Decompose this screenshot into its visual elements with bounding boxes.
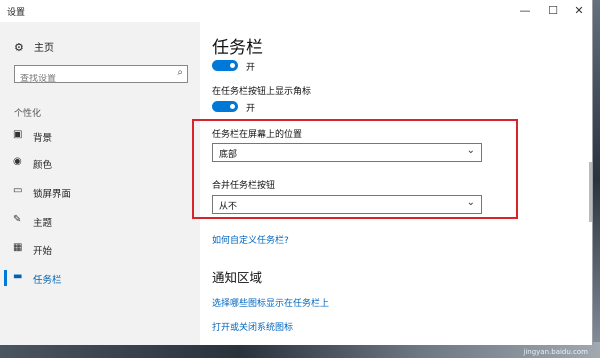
- gear-icon: ⚙: [14, 41, 24, 54]
- system-icons-link[interactable]: 打开或关闭系统图标: [212, 320, 293, 333]
- sidebar-item-label: 任务栏: [33, 275, 62, 286]
- sidebar-item-taskbar[interactable]: ▬ 任务栏: [0, 268, 200, 290]
- chevron-down-icon: ⌄: [466, 145, 475, 156]
- toggle-state-label-1: 开: [246, 63, 256, 73]
- position-dropdown[interactable]: 底部 ⌄: [212, 143, 482, 162]
- main-content: 任务栏 开 在任务栏按钮上显示角标 开 任务栏在屏幕上的位置 底部 ⌄ 合并任务…: [192, 22, 592, 345]
- sidebar-item-label: 锁屏界面: [33, 189, 72, 200]
- search-box[interactable]: ⌕: [14, 65, 188, 84]
- toggle-knob: [230, 63, 235, 68]
- watermark-logo: Baidu 经验: [515, 331, 588, 346]
- window-title: 设置: [7, 8, 26, 18]
- sidebar-item-label: 主题: [33, 218, 53, 229]
- dropdown-value: 底部: [219, 150, 238, 160]
- sidebar-item-start[interactable]: ▦ 开始: [0, 239, 200, 261]
- toggle-switch-1[interactable]: [212, 60, 238, 71]
- sidebar-item-label: 颜色: [33, 160, 53, 171]
- search-icon[interactable]: ⌕: [177, 67, 183, 78]
- toggle-knob: [230, 104, 235, 109]
- close-button[interactable]: ✕: [566, 3, 592, 19]
- customize-taskbar-link[interactable]: 如何自定义任务栏?: [212, 233, 289, 246]
- dropdown-value: 从不: [219, 202, 238, 212]
- combine-dropdown[interactable]: 从不 ⌄: [212, 195, 482, 214]
- combine-setting-label: 合并任务栏按钮: [212, 181, 276, 191]
- chevron-down-icon: ⌄: [466, 197, 475, 208]
- search-input[interactable]: [20, 74, 170, 84]
- lock-screen-icon: ▭: [13, 185, 23, 196]
- start-icon: ▦: [13, 242, 23, 253]
- active-indicator: [4, 270, 7, 286]
- sidebar-item-lock-screen[interactable]: ▭ 锁屏界面: [0, 182, 200, 204]
- badge-setting-label: 在任务栏按钮上显示角标: [212, 87, 312, 97]
- sidebar-item-label: 背景: [33, 133, 53, 144]
- sidebar-item-label: 开始: [33, 246, 53, 257]
- sidebar: ⚙ 主页 ⌕ 个性化 ▣ 背景 ◉ 颜色 ▭ 锁屏界面 ✎ 主题 ▦ 开始 ▬: [0, 22, 200, 345]
- maximize-button[interactable]: ☐: [540, 3, 566, 19]
- taskbar-icon: ▬: [13, 271, 23, 282]
- notification-area-heading: 通知区域: [212, 270, 263, 285]
- title-bar: 设置 — ☐ ✕: [0, 0, 592, 22]
- badge-toggle-switch[interactable]: [212, 101, 238, 112]
- scrollbar-thumb[interactable]: [589, 162, 592, 222]
- toggle-state-label-2: 开: [246, 104, 256, 114]
- home-label: 主页: [34, 43, 54, 54]
- page-title: 任务栏: [212, 38, 263, 58]
- minimize-button[interactable]: —: [512, 3, 538, 19]
- sidebar-item-themes[interactable]: ✎ 主题: [0, 211, 200, 233]
- theme-icon: ✎: [13, 214, 22, 225]
- sidebar-home[interactable]: ⚙ 主页: [14, 39, 54, 54]
- watermark-url: jingyan.baidu.com: [523, 348, 588, 356]
- scrollbar[interactable]: [589, 62, 592, 252]
- sidebar-section-personalization: 个性化: [14, 109, 42, 119]
- picture-icon: ▣: [13, 129, 23, 140]
- sidebar-item-colors[interactable]: ◉ 颜色: [0, 153, 200, 175]
- desktop-background-right: [592, 0, 600, 358]
- settings-window: 设置 — ☐ ✕ ⚙ 主页 ⌕ 个性化 ▣ 背景 ◉ 颜色 ▭ 锁屏界面 ✎ 主题: [0, 0, 593, 345]
- select-icons-link[interactable]: 选择哪些图标显示在任务栏上: [212, 296, 329, 309]
- position-setting-label: 任务栏在屏幕上的位置: [212, 130, 303, 140]
- sidebar-item-background[interactable]: ▣ 背景: [0, 126, 200, 148]
- palette-icon: ◉: [13, 156, 22, 167]
